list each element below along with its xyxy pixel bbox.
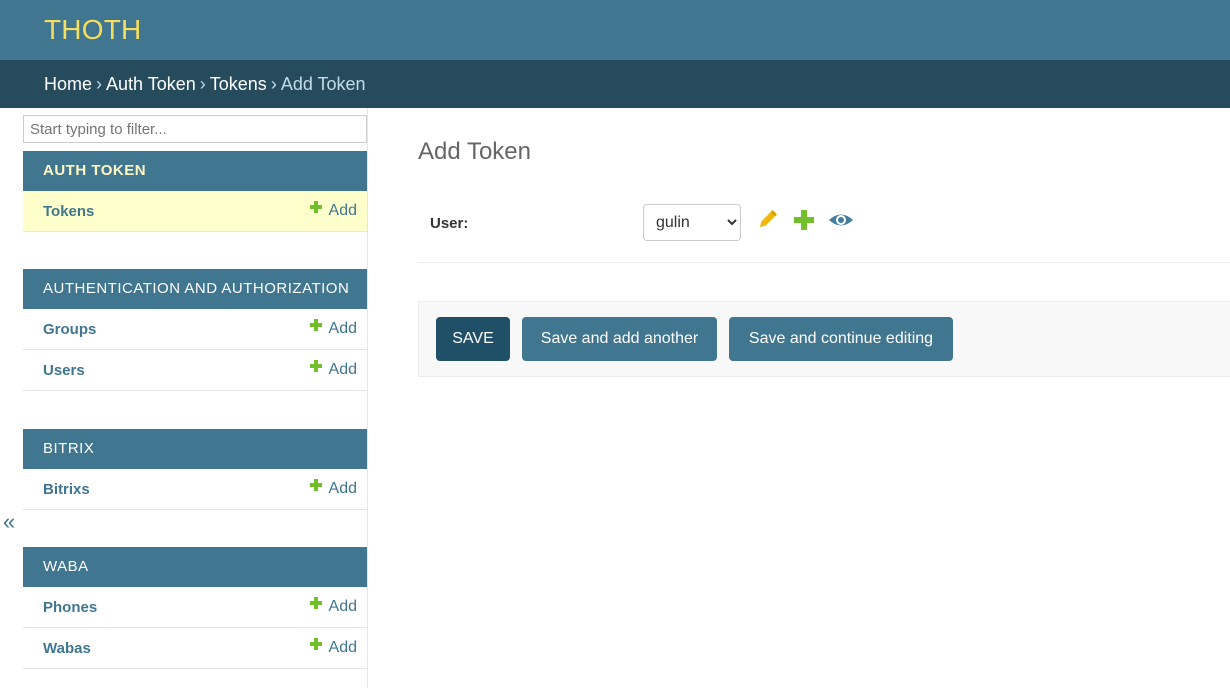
- user-select[interactable]: gulin: [643, 204, 741, 241]
- user-field-label: User:: [430, 215, 469, 232]
- add-link[interactable]: Add: [309, 319, 357, 338]
- save-and-add-another-button[interactable]: Save and add another: [522, 317, 717, 361]
- breadcrumb-auth-token[interactable]: Auth Token: [106, 74, 196, 94]
- module-caption-label: AUTH TOKEN: [43, 162, 147, 179]
- add-label: Add: [328, 480, 357, 497]
- main-content: Add Token User: gulin SAVE Save and add …: [418, 108, 1230, 688]
- plus-icon: [309, 360, 322, 372]
- page-title: Add Token: [418, 138, 531, 165]
- site-name[interactable]: THOTH: [44, 14, 141, 46]
- sidebar-item-label[interactable]: Wabas: [43, 640, 91, 657]
- breadcrumb: Home › Auth Token › Tokens › Add Token: [0, 60, 1230, 108]
- save-button[interactable]: SAVE: [436, 317, 510, 361]
- eye-icon[interactable]: [827, 207, 853, 233]
- sidebar-item-wabas: Wabas Add: [23, 628, 367, 669]
- sidebar-item-label[interactable]: Tokens: [43, 203, 94, 220]
- breadcrumb-tokens[interactable]: Tokens: [210, 74, 267, 94]
- add-label: Add: [328, 361, 357, 378]
- add-link[interactable]: Add: [309, 638, 357, 657]
- plus-icon: [309, 319, 322, 331]
- sidebar-item-users: Users Add: [23, 350, 367, 391]
- nav-filter-input[interactable]: [23, 115, 367, 143]
- add-label: Add: [328, 320, 357, 337]
- add-link[interactable]: Add: [309, 597, 357, 616]
- plus-icon: [309, 479, 322, 491]
- module-caption[interactable]: WABA: [23, 547, 367, 587]
- breadcrumb-current: Add Token: [280, 74, 366, 94]
- module-caption[interactable]: AUTHENTICATION AND AUTHORIZATION: [23, 269, 367, 309]
- nav-sidebar: AUTH TOKEN Tokens Add AUTHENTICATION AND…: [22, 108, 368, 688]
- plus-icon: [309, 638, 322, 650]
- plus-icon: [309, 597, 322, 609]
- breadcrumb-separator: ›: [270, 74, 277, 94]
- module-auth-token: AUTH TOKEN Tokens Add: [23, 151, 367, 232]
- sidebar-item-tokens: Tokens Add: [23, 191, 367, 232]
- module-waba: WABA Phones Add Wabas Add: [23, 547, 367, 669]
- sidebar-item-label[interactable]: Groups: [43, 321, 96, 338]
- sidebar-item-label[interactable]: Phones: [43, 599, 97, 616]
- add-link[interactable]: Add: [309, 360, 357, 379]
- add-link[interactable]: Add: [309, 201, 357, 220]
- form-row-user: User: gulin: [418, 190, 1230, 263]
- header: THOTH: [0, 0, 1230, 60]
- sidebar-item-phones: Phones Add: [23, 587, 367, 628]
- breadcrumb-separator: ›: [96, 74, 103, 94]
- sidebar-item-label[interactable]: Users: [43, 362, 85, 379]
- module-caption[interactable]: AUTH TOKEN: [23, 151, 367, 191]
- sidebar-item-label[interactable]: Bitrixs: [43, 481, 90, 498]
- save-and-continue-button[interactable]: Save and continue editing: [729, 317, 953, 361]
- add-label: Add: [328, 202, 357, 219]
- add-link[interactable]: Add: [309, 479, 357, 498]
- plus-icon: [309, 201, 322, 213]
- pencil-icon[interactable]: [754, 207, 780, 233]
- add-label: Add: [328, 639, 357, 656]
- module-bitrix: BITRIX Bitrixs Add: [23, 429, 367, 510]
- sidebar-item-groups: Groups Add: [23, 309, 367, 350]
- toggle-nav-sidebar-button[interactable]: «: [0, 508, 18, 536]
- breadcrumb-separator: ›: [199, 74, 206, 94]
- submit-row: SAVE Save and add another Save and conti…: [418, 301, 1230, 377]
- module-authentication-and-authorization: AUTHENTICATION AND AUTHORIZATION Groups …: [23, 269, 367, 391]
- sidebar-item-bitrixs: Bitrixs Add: [23, 469, 367, 510]
- add-label: Add: [328, 598, 357, 615]
- breadcrumb-home[interactable]: Home: [44, 74, 92, 94]
- plus-icon[interactable]: [791, 207, 817, 233]
- module-caption[interactable]: BITRIX: [23, 429, 367, 469]
